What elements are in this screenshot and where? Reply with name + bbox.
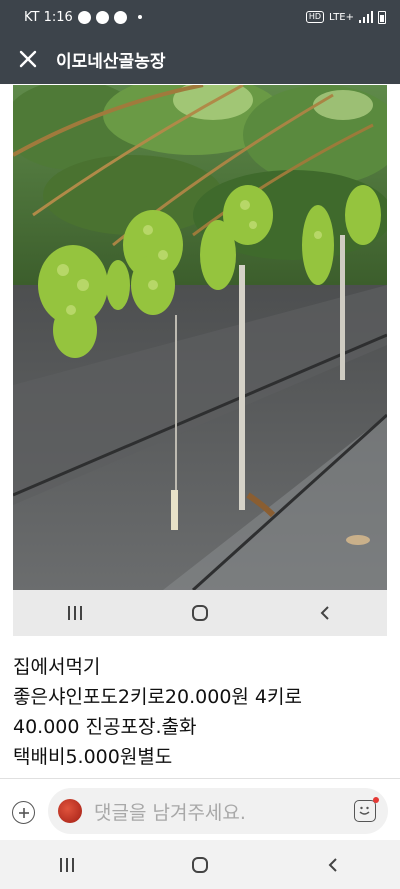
notification-icon [95, 10, 109, 24]
home-button[interactable] [170, 845, 230, 885]
back-icon [320, 606, 329, 620]
comment-input[interactable]: 댓글을 남겨주세요. [48, 788, 388, 834]
home-icon [191, 605, 208, 621]
back-icon [328, 857, 338, 872]
battery-icon [378, 10, 386, 24]
caption-line: 40.000 진공포장.출화 [13, 716, 197, 738]
home-button[interactable] [170, 593, 230, 633]
recents-icon [68, 606, 83, 620]
back-button[interactable] [295, 593, 355, 633]
plus-icon [18, 807, 29, 818]
network-type: LTE+ [329, 11, 354, 23]
caption-line: 좋은샤인포도2키로20.000원 4키로 [13, 686, 302, 708]
caption-line: 집에서먹기 [13, 656, 101, 678]
avatar [58, 799, 82, 823]
more-notifications-dot [137, 15, 142, 19]
home-icon [191, 856, 208, 873]
carrier-time: KT 1:16 [24, 9, 73, 25]
recents-button[interactable] [37, 845, 97, 885]
status-bar: KT 1:16 HD LTE+ [0, 0, 400, 34]
notification-icon [77, 10, 91, 24]
back-button[interactable] [303, 845, 363, 885]
smile-icon [359, 806, 370, 815]
caption-line: 택배비5.000원별도 [13, 746, 173, 768]
close-button[interactable] [0, 34, 56, 84]
page-title: 이모네산골농장 [56, 51, 166, 72]
add-attachment-button[interactable] [12, 801, 35, 824]
system-nav-bar [0, 840, 400, 889]
photo-nav-bar [13, 590, 387, 636]
recents-icon [59, 857, 74, 872]
comment-bar: 댓글을 남겨주세요. [0, 780, 400, 840]
signal-icon [359, 11, 373, 23]
hd-voice-icon: HD [305, 11, 324, 23]
post-photo[interactable] [13, 85, 387, 590]
notification-dot [373, 797, 379, 803]
comment-placeholder: 댓글을 남겨주세요. [94, 802, 246, 824]
app-bar: 이모네산골농장 [0, 34, 400, 84]
grape-vineyard-image [13, 85, 387, 590]
facebook-icon [113, 10, 127, 24]
post-caption: 집에서먹기 좋은샤인포도2키로20.000원 4키로 40.000 진공포장.출… [13, 652, 387, 772]
emoji-button[interactable] [354, 797, 379, 822]
close-icon [19, 50, 37, 68]
recents-button[interactable] [45, 593, 105, 633]
divider [0, 778, 400, 779]
